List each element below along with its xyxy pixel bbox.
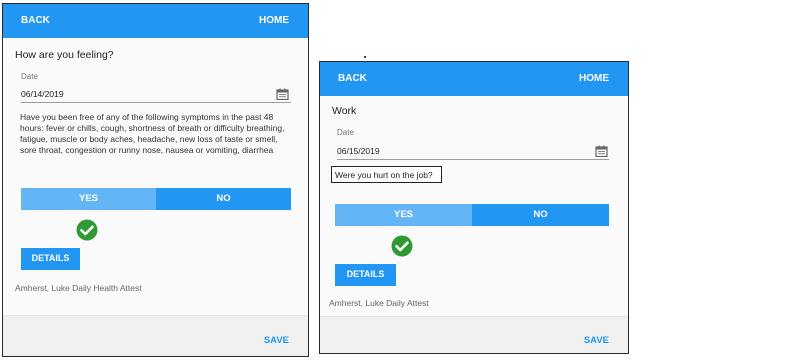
symptom-question: Have you been free of any of the followi… <box>20 112 285 155</box>
calendar-icon[interactable] <box>595 145 608 157</box>
check-circle-icon <box>76 219 98 241</box>
bottom-bar: SAVE <box>320 316 628 353</box>
health-attest-screen: BACK HOME How are you feeling? Date 06/1… <box>2 3 309 357</box>
date-field[interactable]: 06/15/2019 <box>337 146 380 156</box>
back-button[interactable]: BACK <box>338 73 367 84</box>
date-underline <box>21 102 291 103</box>
save-button[interactable]: SAVE <box>584 335 609 346</box>
bottom-bar: SAVE <box>3 315 308 356</box>
back-button[interactable]: BACK <box>21 15 50 26</box>
no-button[interactable]: NO <box>472 204 609 226</box>
date-underline <box>337 159 609 160</box>
page-title: How are you feeling? <box>15 49 114 61</box>
yes-button[interactable]: YES <box>21 188 156 210</box>
stray-dot <box>364 56 366 58</box>
date-label: Date <box>21 72 38 81</box>
details-button[interactable]: DETAILS <box>335 264 396 286</box>
details-button[interactable]: DETAILS <box>21 248 80 270</box>
attest-caption: Amherst, Luke Daily Health Attest <box>15 283 142 293</box>
home-button[interactable]: HOME <box>579 73 609 84</box>
save-button[interactable]: SAVE <box>264 335 289 346</box>
form-content: Work Date 06/15/2019 Were you hurt on th… <box>320 96 628 318</box>
top-app-bar: BACK HOME <box>320 62 628 96</box>
calendar-icon[interactable] <box>276 88 289 100</box>
page-title: Work <box>332 105 357 117</box>
form-content: How are you feeling? Date 06/14/2019 Hav… <box>3 38 308 318</box>
yes-no-toggle: YES NO <box>21 188 291 210</box>
work-attest-screen: BACK HOME Work Date 06/15/2019 Were you … <box>319 61 629 354</box>
job-question: Were you hurt on the job? <box>331 166 442 183</box>
home-button[interactable]: HOME <box>259 15 289 26</box>
date-field[interactable]: 06/14/2019 <box>21 89 64 99</box>
no-button[interactable]: NO <box>156 188 291 210</box>
yes-no-toggle: YES NO <box>335 204 609 226</box>
check-circle-icon <box>391 235 413 257</box>
top-app-bar: BACK HOME <box>3 4 308 38</box>
date-label: Date <box>337 128 354 137</box>
yes-button[interactable]: YES <box>335 204 472 226</box>
attest-caption: Amherst, Luke Daily Attest <box>329 298 429 308</box>
